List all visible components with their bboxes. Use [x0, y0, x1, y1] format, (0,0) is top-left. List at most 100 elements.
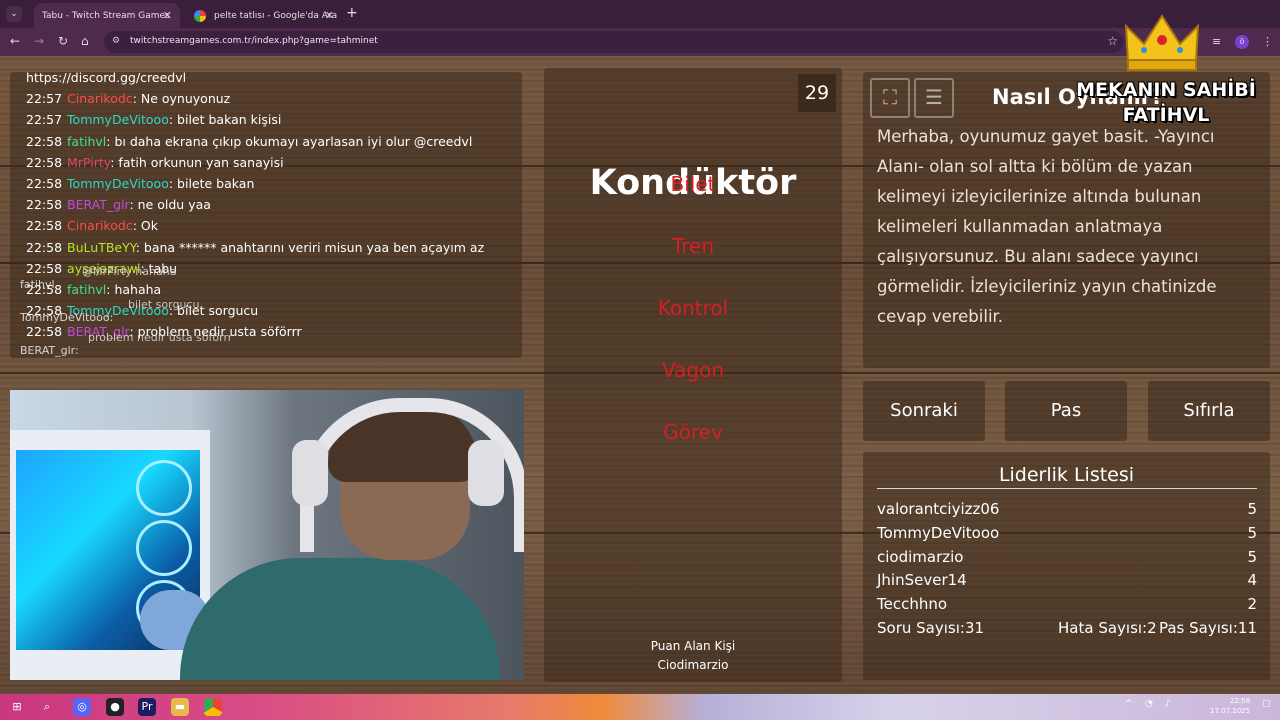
chat-username[interactable]: Cinarikodc — [67, 218, 133, 233]
chat-username[interactable]: TommyDeVitooo — [67, 112, 169, 127]
close-icon[interactable]: ✕ — [325, 9, 334, 22]
document-icon[interactable]: ☰ — [914, 78, 954, 118]
chat-username[interactable]: fatihvl — [67, 134, 106, 149]
windows-start-icon[interactable]: ⊞ — [8, 698, 26, 716]
chat-username[interactable]: Cinarikodc — [67, 91, 133, 106]
overlay-username: BERAT_glr: — [20, 344, 79, 357]
address-bar[interactable]: ⚙ twitchstreamgames.com.tr/index.php?gam… — [104, 31, 1124, 53]
overlay-text: @MrPirty hahaha — [82, 265, 177, 278]
chat-message: 22:58 BERAT_glr: ne oldu yaa — [26, 197, 211, 212]
tab-label: pelte tatlısı - Google'da Ara — [214, 10, 338, 21]
taboo-word: Bilet — [670, 172, 716, 196]
streamer-shirt — [180, 558, 500, 680]
chat-text: : bilete bakan — [168, 176, 255, 191]
chat-text: : bı daha ekrana çıkıp okumayı ayarlasan… — [106, 133, 473, 149]
passes-stat: Pas Sayısı:11 — [1158, 619, 1257, 637]
errors-stat: Hata Sayısı:2 — [1058, 619, 1157, 637]
chat-message: 22:57 TommyDeVitooo: bilet bakan kişisi — [26, 112, 281, 127]
bookmark-star-icon[interactable]: ☆ — [1107, 34, 1118, 48]
home-icon[interactable]: ⌂ — [81, 34, 89, 48]
reset-button[interactable]: Sıfırla — [1148, 381, 1270, 441]
site-info-icon[interactable]: ⚙ — [112, 36, 120, 46]
folder-icon[interactable]: ▬ — [171, 698, 189, 716]
player-score: 2 — [1247, 595, 1257, 613]
player-name: Tecchhno — [877, 595, 948, 613]
tab-google[interactable]: pelte tatlısı - Google'da Ara ✕ — [184, 3, 342, 28]
pass-button[interactable]: Pas — [1005, 381, 1127, 441]
chat-username[interactable]: fatihvl — [67, 282, 106, 297]
chat-timestamp: 22:58 — [26, 154, 63, 170]
back-icon[interactable]: ← — [10, 34, 20, 48]
player-score: 5 — [1247, 524, 1257, 542]
overlay-username: TommyDeVitooo: — [20, 311, 114, 324]
chat-overlay-line: BERAT_glr: — [20, 344, 79, 357]
scorer-label: Puan Alan Kişi — [650, 639, 736, 653]
player-name: ciodimarzio — [877, 548, 964, 566]
profile-avatar[interactable]: ö — [1235, 35, 1249, 49]
player-name: TommyDeVitooo — [877, 524, 1000, 542]
webcam-feed — [10, 390, 524, 680]
chrome-icon[interactable] — [204, 698, 222, 716]
chat-timestamp: 22:58 — [26, 176, 63, 191]
chat-text: : bana ****** anahtarını veriri misun ya… — [135, 239, 485, 255]
chat-timestamp: 22:58 — [26, 218, 63, 234]
reload-icon[interactable]: ↻ — [58, 34, 68, 48]
leaderboard-panel — [863, 452, 1270, 680]
volume-icon[interactable]: ♪ — [1165, 699, 1171, 709]
divider — [877, 488, 1257, 489]
chat-username[interactable]: BERAT_glr — [67, 197, 129, 212]
chat-text: : Ne oynuyonuz — [132, 91, 231, 107]
chat-text: : Ok — [132, 218, 158, 234]
next-button[interactable]: Sonraki — [863, 381, 985, 441]
premiere-icon[interactable]: Pr — [138, 698, 156, 716]
chat-timestamp: 22:58 — [26, 133, 63, 149]
how-to-play-text: Merhaba, oyunumuz gayet basit. -Yayıncı … — [877, 127, 1217, 326]
tray-arrow-icon[interactable]: ^ — [1125, 699, 1133, 709]
headphone-cup — [292, 440, 328, 506]
chat-timestamp: 22:58 — [26, 324, 63, 340]
leaderboard-title: Liderlik Listesi — [998, 464, 1135, 486]
chat-text: : fatih orkunun yan sanayisi — [110, 154, 284, 170]
chat-message: 22:58 fatihvl: bı daha ekrana çıkıp okuma… — [26, 134, 472, 149]
fullscreen-icon[interactable]: ⛶ — [870, 78, 910, 118]
owner-title: MEKANIN SAHİBİ — [1076, 79, 1256, 101]
chat-overlay-line: @MrPirty hahaha — [82, 265, 176, 278]
chat-username[interactable]: TommyDeVitooo — [67, 176, 169, 191]
url-text: twitchstreamgames.com.tr/index.php?game=… — [130, 36, 378, 46]
search-icon[interactable]: ⌕ — [38, 698, 56, 716]
player-name: JhinSever14 — [877, 571, 967, 589]
tab-search-icon[interactable]: ⌄ — [6, 6, 22, 22]
overlay-username: fatihvl — [20, 278, 55, 291]
scorer-name: Ciodimarzio — [657, 658, 729, 672]
notification-icon[interactable]: ▢ — [1262, 699, 1271, 709]
chat-message: 22:58 TommyDeVitooo: bilete bakan — [26, 176, 254, 191]
clock-date: 17.07.2025 — [1210, 707, 1251, 715]
chat-username[interactable]: MrPirty — [67, 155, 110, 170]
tab-tabu[interactable]: Tabu - Twitch Stream Games ✕ — [34, 3, 180, 28]
close-icon[interactable]: ✕ — [163, 9, 172, 22]
chat-overlay-line: problem nedir usta söförrr — [88, 331, 232, 344]
player-score: 5 — [1247, 548, 1257, 566]
media-icon[interactable]: ≡ — [1212, 35, 1221, 48]
chat-username[interactable]: BuLuTBeYY — [67, 240, 136, 255]
taboo-word: Vagon — [662, 358, 724, 382]
new-tab-icon[interactable]: + — [346, 5, 358, 21]
menu-icon[interactable]: ⋮ — [1262, 35, 1273, 48]
clock[interactable]: 22:58 17.07.2025 — [1210, 696, 1250, 716]
taboo-word: Görev — [663, 420, 723, 444]
chat-timestamp: 22:57 — [26, 91, 63, 107]
player-score: 4 — [1247, 571, 1257, 589]
obs-icon[interactable]: ● — [106, 698, 124, 716]
chat-timestamp: 22:57 — [26, 112, 63, 128]
timer: 29 — [798, 74, 836, 112]
tab-label: Tabu - Twitch Stream Games — [42, 10, 170, 21]
discord-icon[interactable]: ◎ — [73, 698, 91, 716]
forward-icon[interactable]: → — [34, 34, 44, 48]
browser-tabstrip: ⌄ Tabu - Twitch Stream Games ✕ pelte tat… — [0, 0, 1280, 28]
crown-icon — [1124, 14, 1200, 71]
chat-overlay-line: bilet sorgucu — [128, 298, 199, 311]
wifi-icon[interactable]: ◔ — [1145, 699, 1153, 709]
owner-badge: MEKANIN SAHİBİ FATİHVL — [1060, 78, 1272, 128]
taboo-word: Kontrol — [657, 296, 729, 320]
owner-name: FATİHVL — [1122, 104, 1210, 126]
